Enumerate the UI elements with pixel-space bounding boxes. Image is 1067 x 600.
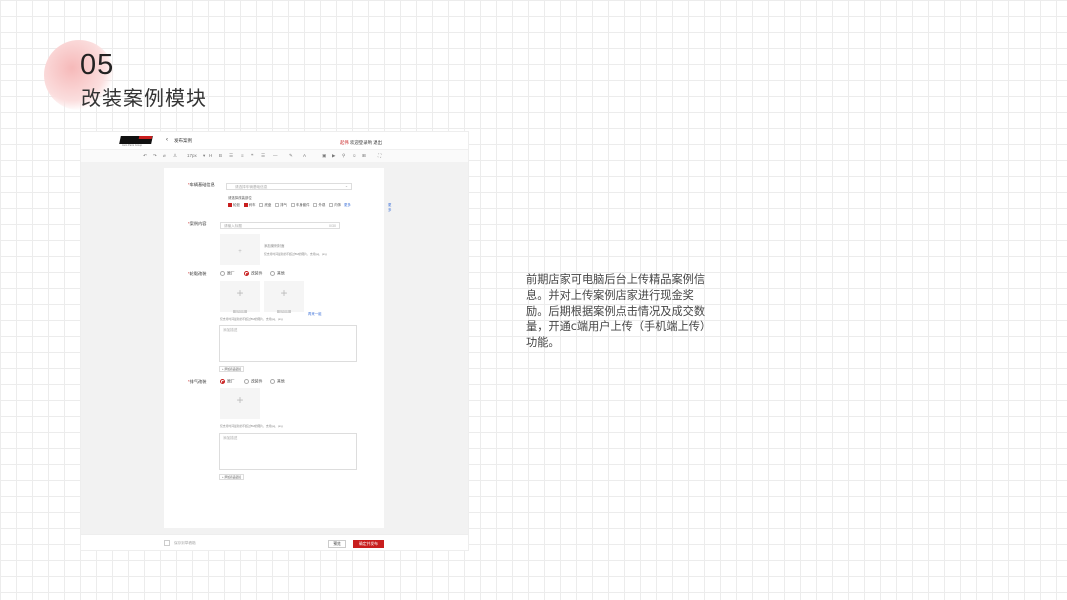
wheel-radio-aftermarket[interactable]: 改装件 [244, 271, 262, 277]
user-name: 起伟 [340, 140, 349, 145]
wheel-radio-other[interactable]: 其他 [270, 271, 285, 277]
part-checkbox[interactable]: 刹车 [243, 203, 256, 208]
part-checkbox[interactable]: 内饰 [329, 203, 341, 208]
undo-icon[interactable]: ↶ [143, 153, 147, 159]
part-checkbox[interactable]: 底盘 [259, 203, 271, 208]
highlight-icon[interactable]: ✎ [289, 153, 293, 159]
preview-button[interactable]: 预览 [328, 540, 346, 548]
cover-label: 添加案例封面 [264, 244, 285, 248]
draft-label: 保存到草稿箱 [174, 541, 196, 545]
exhaust-hint: 仅支持时间最新的不超过5M的图片，支持jpg、png [220, 424, 283, 428]
cover-hint: 仅支持时间最新的不超过5M的图片，支持jpg、png [264, 252, 327, 256]
plus-icon: + [236, 393, 244, 407]
wheel-radio-oem[interactable]: 原厂 [220, 271, 235, 277]
top-bar: Auto Parts Group ‹ 发布案例 起伟 欢迎登录哟 退出 [81, 132, 468, 150]
bold-icon[interactable]: B [219, 153, 222, 158]
brand-tagline: Auto Parts Group [122, 144, 143, 147]
side-more-link[interactable]: 更多 [388, 202, 391, 212]
video-icon[interactable]: ▶ [332, 153, 335, 159]
indent-icon[interactable]: ☰ [261, 153, 265, 159]
heading-icon[interactable]: H [209, 153, 212, 158]
quote-icon[interactable]: ❝ [251, 153, 253, 159]
publish-button[interactable]: 确定并发布 [353, 540, 384, 548]
table-icon[interactable]: ⊞ [362, 153, 366, 159]
link-icon[interactable]: ⚲ [342, 153, 345, 159]
page-name: 发布案例 [174, 138, 192, 143]
chevron-left-icon[interactable]: ‹ [166, 137, 168, 143]
editor-canvas: *车辆基础信息 请选择车辆基础信息 ⌄ 请选择改装部位 轮毂 刹车 底盘 排气 … [81, 162, 468, 534]
wheel-hint: 仅支持时间最新的不超过5M的图片，支持jpg、png [220, 317, 283, 321]
emoji-icon[interactable]: ☺ [352, 153, 357, 158]
section-title: 改装案例模块 [81, 86, 207, 110]
parts-label: 请选择改装部位 [228, 196, 252, 200]
format-paint-icon[interactable]: ♙ [173, 153, 177, 159]
font-size-select[interactable]: 17px [187, 153, 197, 158]
plus-icon: + [280, 286, 288, 300]
chevron-down-icon[interactable]: ▾ [203, 153, 205, 159]
form-paper: *车辆基础信息 请选择车辆基础信息 ⌄ 请选择改装部位 轮毂 刹车 底盘 排气 … [164, 168, 391, 528]
brand-logo-accent [138, 136, 153, 139]
list-icon[interactable]: ☰ [229, 153, 233, 159]
vehicle-select[interactable]: 请选择车辆基础信息 ⌄ [226, 183, 352, 190]
cover-upload[interactable]: + [220, 234, 260, 265]
title-input[interactable]: 请输入标题 0/30 [220, 222, 340, 229]
parts-checkbox-row: 轮毂 刹车 底盘 排气 车身套件 外观 内饰 [228, 202, 344, 208]
image-icon[interactable]: ▣ [322, 153, 326, 159]
more-parts-link[interactable]: 更多 [344, 202, 351, 207]
section-description: 前期店家可电脑后台上传精品案例信息。并对上传案例店家进行现金奖励。后期根据案例点… [526, 273, 712, 350]
align-icon[interactable]: ≡ [241, 153, 244, 158]
draft-checkbox[interactable] [164, 540, 170, 546]
part-checkbox[interactable]: 轮毂 [228, 203, 240, 208]
plus-icon: + [238, 249, 242, 255]
wheel-label: *轮毂改装 [188, 271, 207, 276]
content-label: *案例内容 [188, 221, 207, 226]
fullscreen-icon[interactable]: ⛶ [378, 153, 381, 158]
chevron-down-icon: ⌄ [345, 184, 349, 188]
welcome-text: 起伟 欢迎登录哟 退出 [340, 140, 382, 146]
part-checkbox[interactable]: 排气 [275, 203, 287, 208]
exhaust-label: *排气改装 [188, 379, 207, 384]
exhaust-radio-aftermarket[interactable]: 改装件 [244, 379, 262, 385]
welcome-logout[interactable]: 欢迎登录哟 退出 [349, 140, 382, 145]
part-checkbox[interactable]: 车身套件 [290, 203, 310, 208]
wheel-description-textarea[interactable]: 添加描述 [219, 325, 357, 362]
font-color-icon[interactable]: A [303, 153, 306, 158]
clear-format-icon[interactable]: ⌀ [163, 153, 166, 159]
exhaust-radio-oem[interactable]: 原厂 [220, 379, 235, 385]
exhaust-description-textarea[interactable]: 添加描述 [219, 433, 357, 470]
exhaust-radio-other[interactable]: 其他 [270, 379, 285, 385]
app-window: Auto Parts Group ‹ 发布案例 起伟 欢迎登录哟 退出 ↶ ↷ … [81, 132, 468, 550]
section-number: 05 [80, 49, 115, 81]
set-cover-tag[interactable]: 设为封面 [277, 310, 291, 313]
vehicle-label: *车辆基础信息 [188, 182, 215, 187]
set-cover-tag[interactable]: 设为封面 [233, 310, 247, 313]
plus-icon: + [236, 286, 244, 300]
exhaust-add-product-button[interactable]: + 添加商品链接 [219, 474, 245, 480]
add-group-link[interactable]: 再来一组 [308, 311, 322, 316]
part-checkbox[interactable]: 外观 [313, 203, 325, 208]
exhaust-image-upload[interactable]: + [220, 388, 260, 419]
divider-icon[interactable]: — [273, 153, 278, 158]
footer-bar: 保存到草稿箱 预览 确定并发布 [81, 534, 468, 550]
wheel-add-product-button[interactable]: + 添加商品链接 [219, 366, 245, 372]
wheel-image-upload[interactable]: + 设为封面 [264, 281, 304, 313]
title-counter: 0/30 [329, 224, 336, 228]
redo-icon[interactable]: ↷ [153, 153, 157, 159]
wheel-image-upload[interactable]: + 设为封面 [220, 281, 260, 313]
